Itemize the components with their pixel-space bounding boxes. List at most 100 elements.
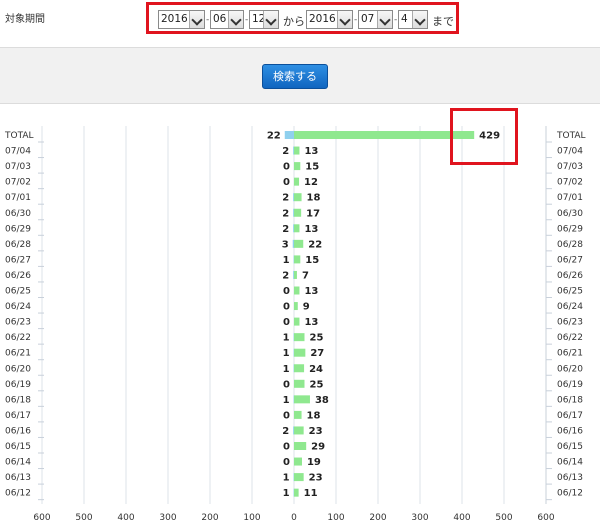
total-highlight-box <box>450 108 518 165</box>
separator: - <box>245 15 249 25</box>
category-label-right: 06/14 <box>557 458 583 468</box>
value-label-positive: 27 <box>310 348 324 359</box>
value-label-positive: 15 <box>305 162 319 173</box>
value-label-negative: 0 <box>283 302 290 313</box>
value-label-negative: 1 <box>283 255 290 266</box>
category-label-right: 06/22 <box>557 333 583 343</box>
x-tick-label: 300 <box>159 513 176 523</box>
category-label-left: 06/27 <box>5 255 31 265</box>
to-month-value: 07 <box>361 13 375 25</box>
from-month-select[interactable]: 06 <box>210 10 244 29</box>
category-label-left: 06/28 <box>5 240 31 250</box>
chevron-down-icon <box>377 11 392 28</box>
value-label-negative: 0 <box>283 286 290 297</box>
category-label-left: 06/14 <box>5 458 31 468</box>
bar-positive <box>294 224 300 233</box>
from-year-value: 2016 <box>161 13 188 25</box>
separator: - <box>206 15 210 25</box>
value-label-negative: 0 <box>283 457 290 468</box>
value-label-negative: 0 <box>283 442 290 453</box>
bar-positive <box>294 177 300 186</box>
category-label-right: 06/27 <box>557 255 583 265</box>
category-label-left: 06/18 <box>5 395 31 405</box>
category-label-left: 06/26 <box>5 271 31 281</box>
value-label-negative: 1 <box>283 473 290 484</box>
category-label-left: 06/25 <box>5 287 31 297</box>
to-year-value: 2016 <box>309 13 336 25</box>
category-label-left: 06/15 <box>5 442 31 452</box>
x-tick-label: 400 <box>117 513 134 523</box>
category-label-left: 06/21 <box>5 349 31 359</box>
value-label-positive: 13 <box>304 317 318 328</box>
x-tick-label: 500 <box>495 513 512 523</box>
search-button[interactable]: 検索する <box>262 64 328 89</box>
from-month-value: 06 <box>213 13 227 25</box>
from-day-select[interactable]: 12 <box>249 10 279 29</box>
value-label-negative: 0 <box>283 379 290 390</box>
category-label-right: 07/01 <box>557 193 583 203</box>
to-text: まで <box>432 15 454 28</box>
bar-positive <box>294 146 300 155</box>
bar-positive <box>294 131 475 139</box>
bar-positive <box>294 379 305 388</box>
category-label-left: 06/16 <box>5 426 31 436</box>
chevron-down-icon <box>412 11 427 28</box>
to-year-select[interactable]: 2016 <box>306 10 353 29</box>
bar-negative <box>293 193 294 202</box>
value-label-negative: 1 <box>283 488 290 499</box>
x-tick-label: 400 <box>453 513 470 523</box>
to-day-select[interactable]: 4 <box>398 10 428 29</box>
value-label-positive: 17 <box>306 208 320 219</box>
bar-positive <box>294 473 304 482</box>
chevron-down-icon <box>337 11 352 28</box>
value-label-negative: 2 <box>282 193 289 204</box>
to-month-select[interactable]: 07 <box>358 10 393 29</box>
category-label-right: 06/15 <box>557 442 583 452</box>
value-label-negative: 0 <box>283 410 290 421</box>
value-label-negative: 1 <box>283 348 290 359</box>
value-label-positive: 25 <box>310 379 324 390</box>
value-label-positive: 22 <box>308 239 322 250</box>
value-label-negative: 0 <box>283 177 290 188</box>
value-label-positive: 13 <box>304 286 318 297</box>
category-label-right: 06/25 <box>557 287 583 297</box>
separator: - <box>394 15 398 25</box>
x-tick-label: 100 <box>243 513 260 523</box>
value-label-negative: 2 <box>282 146 289 157</box>
value-label-negative: 2 <box>282 224 289 235</box>
category-label-left: 07/04 <box>5 147 31 157</box>
x-tick-label: 0 <box>291 513 297 523</box>
category-label-left: 07/02 <box>5 178 31 188</box>
value-label-positive: 29 <box>311 442 325 453</box>
bar-negative <box>293 426 294 435</box>
period-highlight-box: 2016 - 06 - 12 から 2016 - 07 - 4 まで <box>146 2 459 34</box>
x-tick-label: 500 <box>75 513 92 523</box>
separator: - <box>354 15 358 25</box>
period-row: 対象期間 2016 - 06 - 12 から 2016 - 07 - 4 まで <box>0 0 600 34</box>
period-label: 対象期間 <box>5 14 45 25</box>
value-label-positive: 18 <box>307 193 321 204</box>
category-label-right: 06/13 <box>557 473 583 483</box>
value-label-negative: 1 <box>283 395 290 406</box>
category-label-right: 07/03 <box>557 162 583 172</box>
category-label-right: 06/21 <box>557 349 583 359</box>
category-label-right: 06/17 <box>557 411 583 421</box>
category-label-right: 06/30 <box>557 209 583 219</box>
bar-positive <box>294 255 301 264</box>
x-tick-label: 200 <box>201 513 218 523</box>
value-label-negative: 1 <box>283 333 290 344</box>
value-label-positive: 15 <box>305 255 319 266</box>
category-label-right: 06/23 <box>557 318 583 328</box>
value-label-positive: 11 <box>304 488 318 499</box>
bar-positive <box>294 239 304 248</box>
bar-positive <box>294 410 302 419</box>
bar-positive <box>294 457 302 466</box>
bar-negative <box>293 270 294 279</box>
category-label-left: 06/23 <box>5 318 31 328</box>
bar-negative <box>293 224 294 233</box>
category-label-left: 07/01 <box>5 193 31 203</box>
value-label-negative: 2 <box>282 426 289 437</box>
category-label-right: 06/12 <box>557 489 583 499</box>
from-year-select[interactable]: 2016 <box>158 10 205 29</box>
chevron-down-icon <box>189 11 204 28</box>
